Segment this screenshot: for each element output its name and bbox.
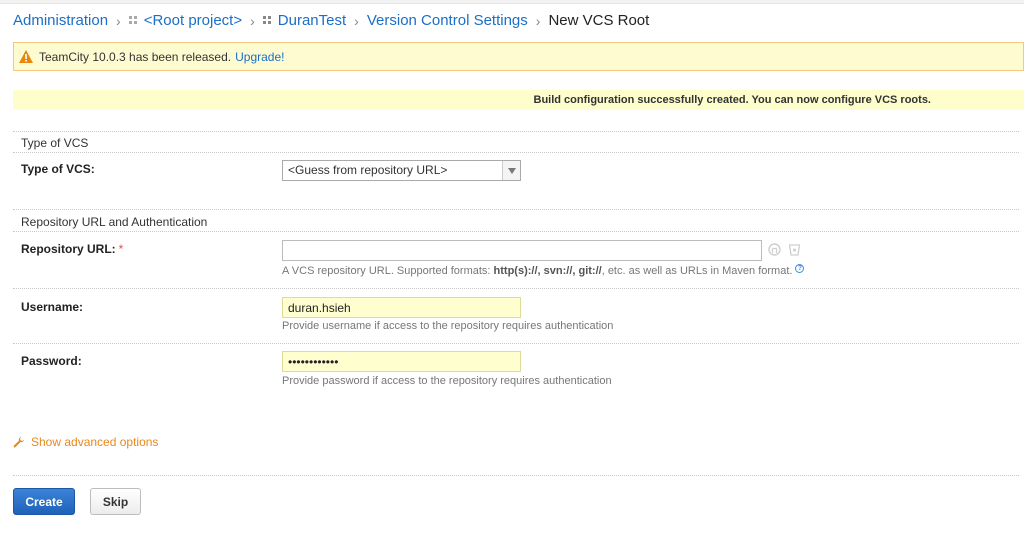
type-of-vcs-label: Type of VCS: [21, 162, 95, 176]
required-marker: * [118, 242, 124, 256]
divider [13, 343, 1019, 344]
wrench-icon [13, 436, 25, 448]
github-icon[interactable] [768, 243, 781, 256]
chevron-right-icon: › [250, 12, 255, 29]
help-prefix: A VCS repository URL. Supported formats: [282, 265, 494, 277]
show-advanced-options-link[interactable]: Show advanced options [13, 435, 158, 449]
help-suffix: , etc. as well as URLs in Maven format. [601, 265, 793, 277]
success-message: Build configuration successfully created… [13, 90, 1024, 110]
repository-url-help: A VCS repository URL. Supported formats:… [282, 264, 805, 277]
breadcrumb-administration[interactable]: Administration [13, 12, 108, 29]
help-icon[interactable]: ? [795, 264, 805, 273]
repository-url-label-text: Repository URL: [21, 242, 116, 256]
username-help: Provide username if access to the reposi… [282, 320, 614, 332]
repository-url-label: Repository URL: * [21, 242, 123, 256]
type-of-vcs-select[interactable]: <Guess from repository URL> [282, 160, 521, 181]
chevron-right-icon: › [116, 12, 121, 29]
project-icon [262, 15, 273, 26]
breadcrumb: Administration › <Root project> › DuranT… [13, 12, 649, 29]
release-notice: TeamCity 10.0.3 has been released. Upgra… [13, 42, 1024, 71]
upgrade-link[interactable]: Upgrade! [235, 50, 284, 64]
project-icon [128, 15, 139, 26]
username-label: Username: [21, 300, 84, 314]
create-button[interactable]: Create [13, 488, 75, 515]
divider [13, 152, 1019, 153]
warning-icon [19, 50, 33, 63]
chevron-down-icon[interactable] [502, 161, 520, 180]
breadcrumb-root-project[interactable]: <Root project> [144, 12, 242, 29]
chevron-right-icon: › [354, 12, 359, 29]
type-of-vcs-selected: <Guess from repository URL> [288, 163, 448, 177]
password-input[interactable] [282, 351, 521, 372]
show-advanced-options-label: Show advanced options [31, 435, 159, 449]
divider [13, 231, 1019, 232]
breadcrumb-durantest[interactable]: DuranTest [278, 12, 346, 29]
username-input[interactable] [282, 297, 521, 318]
password-help: Provide password if access to the reposi… [282, 375, 612, 387]
section-title-repo-auth: Repository URL and Authentication [21, 215, 208, 229]
section-title-type-of-vcs: Type of VCS [21, 136, 89, 150]
chevron-right-icon: › [535, 12, 541, 29]
skip-button[interactable]: Skip [90, 488, 141, 515]
divider [13, 131, 1019, 132]
divider [13, 475, 1019, 476]
divider [13, 209, 1019, 210]
release-notice-text: TeamCity 10.0.3 has been released. [39, 49, 232, 64]
repository-url-input[interactable] [282, 240, 762, 261]
top-border [0, 0, 1024, 4]
help-formats: http(s)://, svn://, git:// [493, 265, 602, 277]
page-title: New VCS Root [548, 12, 650, 29]
password-label: Password: [21, 354, 82, 368]
success-message-text: Build configuration successfully created… [533, 94, 932, 106]
bitbucket-icon[interactable] [788, 243, 801, 256]
breadcrumb-version-control-settings[interactable]: Version Control Settings [367, 12, 528, 29]
divider [13, 288, 1019, 289]
